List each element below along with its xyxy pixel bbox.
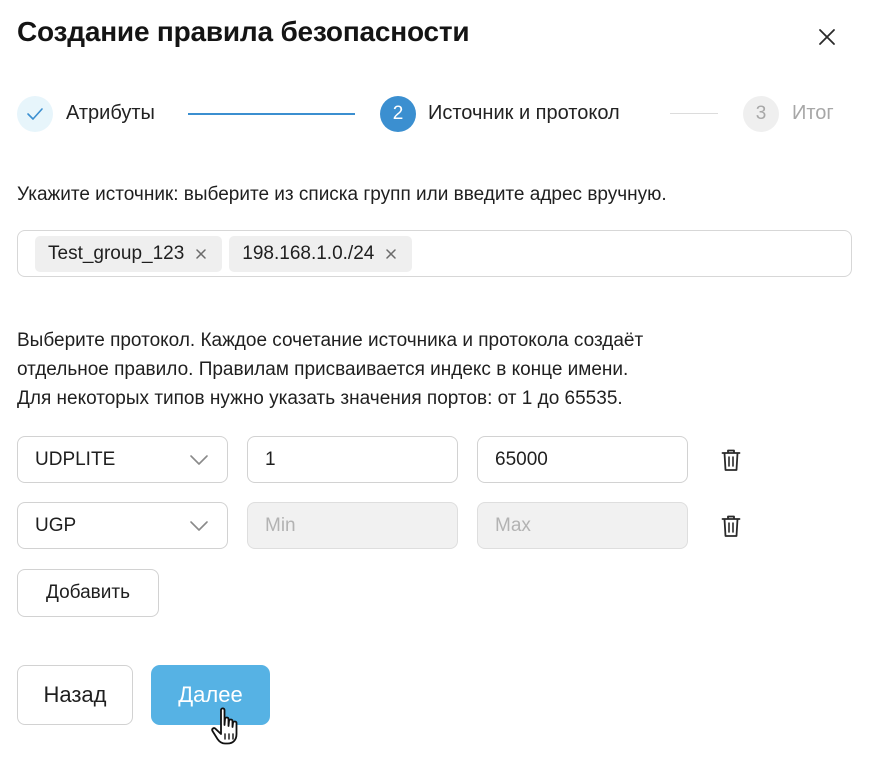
trash-icon[interactable]: [721, 448, 741, 472]
back-button[interactable]: Назад: [17, 665, 133, 725]
close-icon[interactable]: [814, 24, 840, 50]
check-icon: [27, 108, 43, 120]
port-max-value: 65000: [495, 448, 548, 470]
step-2-indicator: 2: [380, 96, 416, 132]
protocol-hint-line: Выберите протокол. Каждое сочетание исто…: [17, 330, 644, 351]
trash-icon[interactable]: [721, 514, 741, 538]
source-hint: Укажите источник: выберите из списка гру…: [17, 184, 667, 205]
step-3-label: Итог: [792, 102, 834, 124]
protocol-hint: Выберите протокол. Каждое сочетание исто…: [17, 326, 817, 413]
stepper-connector-2: [670, 113, 718, 114]
source-chip: Test_group_123: [35, 235, 223, 272]
port-max-input[interactable]: 65000: [477, 436, 688, 483]
chip-label: Test_group_123: [48, 242, 185, 264]
source-input[interactable]: Test_group_123 198.168.1.0./24: [17, 230, 852, 277]
protocol-select[interactable]: UGP: [17, 502, 228, 549]
next-button[interactable]: Далее: [151, 665, 270, 725]
port-min-input[interactable]: 1: [247, 436, 458, 483]
port-min-value: 1: [265, 448, 276, 470]
stepper-connector-1: [188, 113, 355, 115]
port-max-input: Max: [477, 502, 688, 549]
protocol-hint-line: отдельное правило. Правилам присваиваетс…: [17, 359, 629, 380]
chip-label: 198.168.1.0./24: [242, 242, 375, 264]
dialog-title: Создание правила безопасности: [17, 16, 470, 47]
step-1-label[interactable]: Атрибуты: [66, 102, 155, 125]
step-1-indicator[interactable]: [17, 96, 53, 132]
chip-remove-icon[interactable]: [384, 247, 398, 261]
protocol-select-value: UGP: [35, 514, 77, 536]
port-max-placeholder: Max: [495, 514, 531, 536]
chevron-down-icon: [190, 521, 208, 531]
protocol-select[interactable]: UDPLITE: [17, 436, 228, 483]
port-min-placeholder: Min: [265, 514, 296, 536]
step-3-indicator: 3: [743, 96, 779, 132]
security-rule-dialog: Создание правила безопасности Атрибуты 2…: [0, 0, 874, 768]
step-2-label: Источник и протокол: [428, 102, 620, 124]
port-min-input: Min: [247, 502, 458, 549]
source-chip: 198.168.1.0./24: [229, 235, 413, 272]
protocol-hint-line: Для некоторых типов нужно указать значен…: [17, 388, 623, 409]
protocol-select-value: UDPLITE: [35, 448, 116, 470]
add-protocol-button[interactable]: Добавить: [17, 569, 159, 617]
chip-remove-icon[interactable]: [194, 247, 208, 261]
chevron-down-icon: [190, 455, 208, 465]
